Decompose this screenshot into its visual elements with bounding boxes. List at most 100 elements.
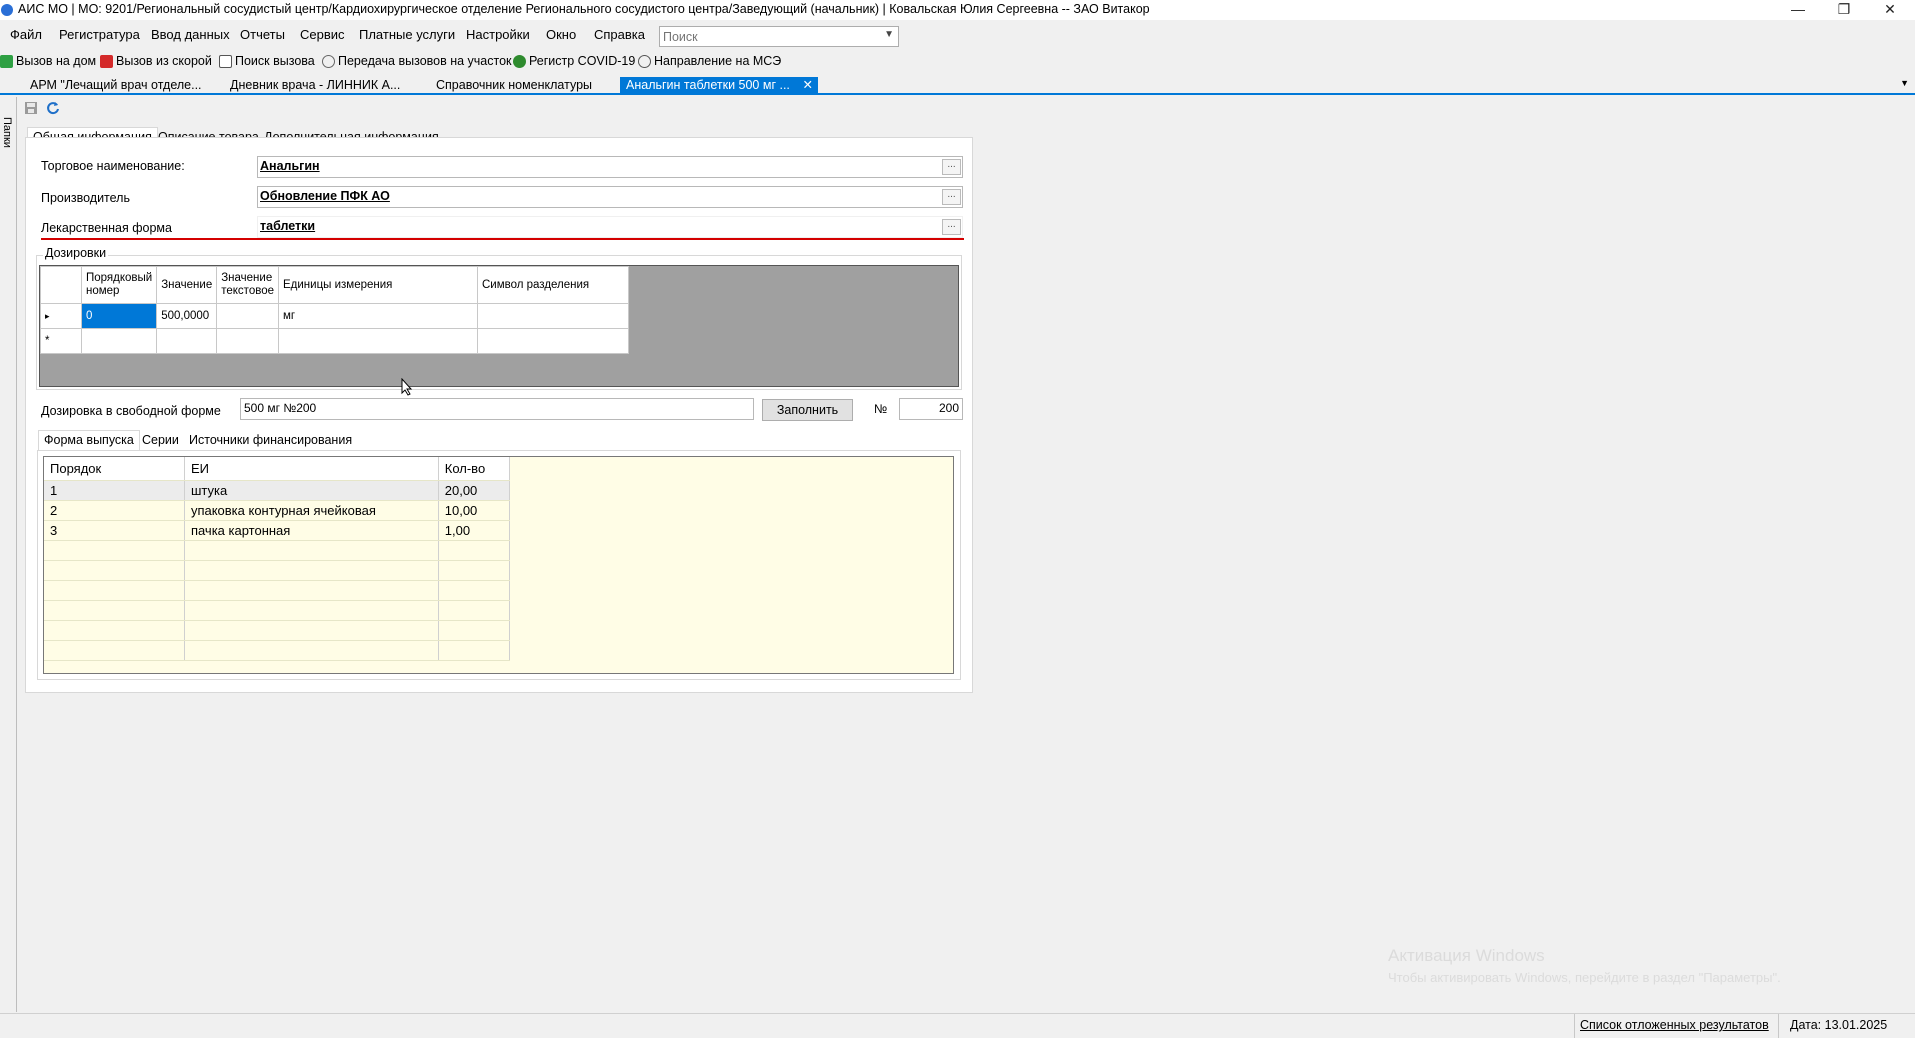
deferred-results-link[interactable]: Список отложенных результатов: [1580, 1018, 1769, 1032]
number-label: №: [874, 402, 888, 416]
cell-order[interactable]: 0: [80, 303, 158, 329]
new-row-marker: *: [40, 328, 82, 354]
trade-name-picker-button[interactable]: ...: [942, 159, 961, 175]
table-row[interactable]: 3 пачка картонная 1,00: [44, 520, 511, 541]
activation-text: Чтобы активировать Windows, перейдите в …: [1388, 970, 1781, 985]
app-icon: [1, 4, 13, 16]
menu-registry[interactable]: Регистратура: [59, 27, 140, 42]
menu-reports[interactable]: Отчеты: [240, 27, 285, 42]
menu-service[interactable]: Сервис: [300, 27, 345, 42]
tab-series[interactable]: Серии: [137, 431, 184, 449]
trade-name-value: Анальгин: [260, 159, 320, 173]
cell-order: 2: [44, 500, 185, 521]
status-bar: Список отложенных результатов Дата: 13.0…: [0, 1013, 1915, 1038]
row-marker: ▸: [40, 303, 82, 329]
trade-name-field[interactable]: Анальгин ...: [257, 156, 963, 178]
dosage-form-field[interactable]: таблетки ...: [257, 216, 963, 238]
search-box[interactable]: ▼: [659, 26, 899, 47]
dosages-table: Порядковый номер Значение Значение текст…: [40, 266, 629, 354]
validation-underline: [41, 238, 964, 240]
menu-window[interactable]: Окно: [546, 27, 576, 42]
empty-row: [44, 620, 511, 641]
tab-analgin[interactable]: Анальгин таблетки 500 мг ... ✕: [620, 77, 818, 94]
cell-value[interactable]: 500,0000: [156, 303, 218, 329]
chevron-down-icon[interactable]: ▼: [1900, 78, 1909, 88]
new-cell-value[interactable]: [156, 328, 218, 354]
status-divider: [1778, 1014, 1779, 1038]
empty-row: [44, 600, 511, 621]
col-order-number[interactable]: Порядковый номер: [80, 266, 158, 304]
col-order[interactable]: Порядок: [44, 457, 185, 481]
new-cell-separator[interactable]: [476, 328, 629, 354]
release-form-grid[interactable]: Порядок ЕИ Кол-во 1 штука 20,00 2 упаков…: [43, 456, 954, 674]
maximize-button[interactable]: ❐: [1821, 0, 1867, 20]
free-dosage-label: Дозировка в свободной форме: [41, 404, 221, 418]
number-field[interactable]: 200: [899, 398, 963, 420]
tab-nomenclature[interactable]: Справочник номенклатуры: [430, 77, 598, 94]
tab-funding-sources[interactable]: Источники финансирования: [184, 431, 357, 449]
trade-name-label: Торговое наименование:: [41, 159, 185, 173]
empty-row: [44, 560, 511, 581]
close-icon[interactable]: ✕: [803, 77, 813, 93]
menu-file[interactable]: Файл: [10, 27, 42, 42]
dosages-group-label: Дозировки: [43, 246, 109, 260]
tab-arm-doctor[interactable]: АРМ "Лечащий врач отделе...: [24, 77, 208, 94]
close-button[interactable]: ✕: [1867, 0, 1913, 20]
menu-help[interactable]: Справка: [594, 27, 645, 42]
table-row[interactable]: 1 штука 20,00: [44, 480, 511, 501]
search-input[interactable]: [660, 27, 870, 46]
dosage-form-value: таблетки: [260, 219, 316, 233]
cell-qty: 10,00: [438, 500, 511, 521]
minimize-button[interactable]: —: [1775, 0, 1821, 20]
direction-icon: [638, 54, 651, 68]
col-units[interactable]: Единицы измерения: [277, 266, 478, 304]
dosage-form-picker-button[interactable]: ...: [942, 219, 961, 235]
manufacturer-label: Производитель: [41, 191, 130, 205]
toolbar-ambulance-call[interactable]: Вызов из скорой: [100, 54, 212, 68]
check-green-icon: [0, 54, 13, 68]
title-bar: АИС МО | МО: 9201/Региональный сосудисты…: [0, 0, 1915, 20]
virus-icon: [513, 54, 526, 68]
refresh-icon[interactable]: [46, 101, 60, 115]
folders-strip[interactable]: Папки: [0, 97, 17, 1012]
release-form-table: Порядок ЕИ Кол-во 1 штука 20,00 2 упаков…: [44, 457, 511, 661]
col-value[interactable]: Значение: [156, 266, 218, 304]
col-unit[interactable]: ЕИ: [184, 457, 439, 481]
toolbar-mse-direction[interactable]: Направление на МСЭ: [638, 54, 781, 68]
toolbar-find-call[interactable]: Поиск вызова: [219, 54, 315, 68]
new-cell-order[interactable]: [80, 328, 158, 354]
tab-release-form[interactable]: Форма выпуска: [38, 430, 140, 450]
table-row[interactable]: 2 упаковка контурная ячейковая 10,00: [44, 500, 511, 521]
menu-settings[interactable]: Настройки: [466, 27, 530, 42]
col-separator[interactable]: Символ разделения: [476, 266, 629, 304]
menu-data-entry[interactable]: Ввод данных: [151, 27, 230, 42]
col-text-value[interactable]: Значение текстовое: [216, 266, 279, 304]
cell-unit[interactable]: мг: [277, 303, 478, 329]
new-cell-unit[interactable]: [277, 328, 478, 354]
toolbar-covid-registry[interactable]: Регистр COVID-19: [513, 54, 635, 68]
manufacturer-picker-button[interactable]: ...: [942, 189, 961, 205]
new-cell-text-value[interactable]: [216, 328, 279, 354]
status-divider: [1574, 1014, 1575, 1038]
save-icon[interactable]: [24, 101, 38, 115]
free-dosage-value: 500 мг №200: [244, 401, 317, 415]
transfer-icon: [322, 54, 335, 68]
free-dosage-field[interactable]: 500 мг №200: [240, 398, 754, 420]
cell-qty: 20,00: [438, 480, 511, 501]
cell-separator[interactable]: [476, 303, 629, 329]
tab-doctor-diary[interactable]: Дневник врача - ЛИННИК А...: [224, 77, 406, 94]
activation-title: Активация Windows: [1388, 946, 1545, 965]
fill-button[interactable]: Заполнить: [762, 399, 853, 421]
col-qty[interactable]: Кол-во: [438, 457, 511, 481]
cell-text-value[interactable]: [216, 303, 279, 329]
toolbar-home-call[interactable]: Вызов на дом: [0, 54, 96, 68]
manufacturer-field[interactable]: Обновление ПФК АО ...: [257, 186, 963, 208]
mouse-cursor-icon: [401, 378, 413, 396]
chevron-down-icon[interactable]: ▼: [884, 29, 894, 40]
toolbar-transfer-calls[interactable]: Передача вызовов на участок: [322, 54, 512, 68]
menu-paid-services[interactable]: Платные услуги: [359, 27, 455, 42]
dosages-grid[interactable]: Порядковый номер Значение Значение текст…: [39, 265, 959, 387]
check-red-icon: [100, 54, 113, 68]
quick-toolbar: Вызов на дом Вызов из скорой Поиск вызов…: [0, 52, 1915, 74]
status-date: Дата: 13.01.2025: [1790, 1018, 1888, 1032]
